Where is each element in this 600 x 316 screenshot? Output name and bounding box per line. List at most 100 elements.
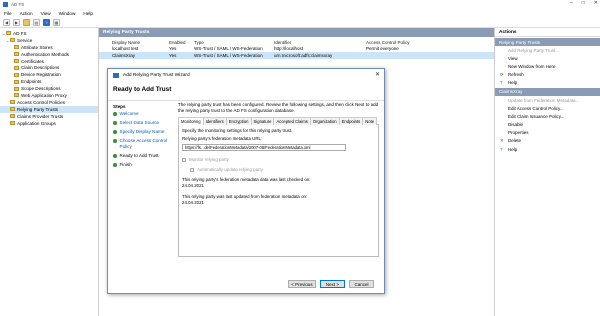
tab-signature[interactable]: Signature [250, 117, 275, 125]
previous-button[interactable]: < Previous [288, 280, 316, 288]
action-properties[interactable]: Properties [495, 129, 600, 137]
actions-section-relying-party-trusts[interactable]: Relying Party Trusts [495, 38, 600, 46]
tree-item-claim-descriptions[interactable]: Claim Descriptions [0, 64, 98, 71]
action-delete[interactable]: ✕ Delete [495, 137, 600, 145]
maximize-button[interactable]: □ [582, 0, 585, 6]
step-welcome[interactable]: Welcome [108, 111, 175, 117]
action-edit-claim-issuance-policy[interactable]: Edit Claim Issuance Policy... [495, 112, 600, 120]
close-icon[interactable]: ✕ [375, 71, 380, 78]
tab-accepted-claims[interactable]: Accepted Claims [273, 117, 311, 125]
help-icon: ? [500, 146, 503, 152]
column-type[interactable]: Type [194, 40, 274, 45]
tree-item-service[interactable]: ⌄ Service [0, 37, 98, 44]
table-row[interactable]: ClaimsXray Yes WS-Trust / SAML / WS-Fede… [99, 52, 494, 59]
action-label: Help [508, 146, 518, 152]
auto-update-checkbox[interactable]: Automatically update relying party [182, 167, 375, 172]
last-updated-label: This relying party was last updated from… [182, 194, 308, 199]
delete-icon: ✕ [500, 137, 504, 143]
menu-file[interactable]: File [4, 11, 12, 16]
tree-item-scope-descriptions[interactable]: Scope Descriptions [0, 85, 98, 92]
tree-item-endpoints[interactable]: Endpoints [0, 78, 98, 85]
tree-item-ad-fs[interactable]: ⌄ AD FS [0, 30, 98, 37]
tree-item-access-control-policies[interactable]: Access Control Policies [0, 99, 98, 106]
tree-item-attribute-stores[interactable]: Attribute Stores [0, 44, 98, 51]
app-icon [3, 2, 8, 7]
monitoring-description: Specify the monitoring settings for this… [182, 128, 293, 133]
table-row[interactable]: localhost test Yes WS-Trust / SAML / WS-… [99, 46, 494, 53]
cancel-button[interactable]: Cancel [349, 280, 374, 288]
step-finish[interactable]: Finish [108, 162, 175, 168]
folder-icon [14, 86, 19, 91]
help-icon: ? [500, 80, 503, 86]
minimize-button[interactable]: – [570, 0, 573, 6]
dialog-titlebar: Add Relying Party Trust Wizard [108, 69, 384, 81]
console-tree: ⌄ AD FS ⌄ Service Attribute Stores Authe… [0, 28, 99, 316]
folder-icon [10, 114, 15, 119]
menu-view[interactable]: View [41, 11, 51, 16]
step-label: Specify Display Name [119, 129, 165, 134]
action-view[interactable]: View [495, 54, 600, 62]
wizard-buttons: < Previous Next > Cancel [288, 280, 374, 288]
step-complete-icon [113, 112, 117, 116]
metadata-url-label: Relying party's federation metadata URL: [182, 136, 263, 141]
add-relying-party-trust-wizard: Add Relying Party Trust Wizard ✕ Ready t… [107, 68, 385, 294]
show-hide-tree-icon[interactable]: ▤ [33, 18, 40, 26]
forward-icon[interactable]: ▶ [13, 18, 20, 26]
tree-item-application-groups[interactable]: Application Groups [0, 120, 98, 127]
tree-item-relying-party-trusts[interactable]: Relying Party Trusts [0, 105, 98, 113]
metadata-url-field[interactable]: https://fs. .de/FederationMetadata/2007-… [182, 144, 346, 151]
tree-item-label: Endpoints [21, 79, 42, 85]
action-update-from-federation-metadata[interactable]: Update from Federation Metadata... [495, 96, 600, 104]
next-button[interactable]: Next > [320, 280, 345, 288]
up-folder-icon[interactable] [23, 18, 30, 26]
tree-item-authentication-methods[interactable]: Authentication Methods [0, 51, 98, 58]
tree-item-web-application-proxy[interactable]: Web Application Proxy [0, 92, 98, 99]
tab-encryption[interactable]: Encryption [225, 117, 252, 125]
action-disable[interactable]: Disable [495, 121, 600, 129]
tree-item-device-registration[interactable]: Device Registration [0, 71, 98, 78]
tree-item-label: Attribute Stores [21, 44, 53, 50]
close-window-button[interactable]: ✕ [594, 0, 598, 6]
action-label: Edit Claim Issuance Policy... [508, 113, 565, 119]
menu-help[interactable]: Help [83, 11, 93, 16]
tree-item-claims-provider-trusts[interactable]: Claims Provider Trusts [0, 113, 98, 120]
step-choose-access-control-policy[interactable]: Choose Access Control Policy [108, 138, 175, 150]
refresh-icon: ⟳ [500, 71, 504, 77]
column-enabled[interactable]: Enabled [169, 40, 194, 45]
monitor-relying-party-checkbox[interactable]: Monitor relying party [182, 157, 375, 162]
action-new-window[interactable]: New Window from Here [495, 62, 600, 70]
folder-icon [14, 45, 19, 50]
step-specify-display-name[interactable]: Specify Display Name [108, 129, 175, 135]
tab-identifiers[interactable]: Identifiers [202, 117, 227, 125]
tree-item-label: Web Application Proxy [21, 92, 67, 98]
menu-action[interactable]: Action [20, 11, 33, 16]
tab-organization[interactable]: Organization [309, 117, 340, 125]
column-access-control-policy[interactable]: Access Control Policy [366, 40, 466, 45]
column-display-name[interactable]: Display Name [99, 40, 169, 45]
action-label: View [508, 55, 518, 61]
tree-item-label: AD FS [13, 30, 27, 36]
cell-display-name: localhost test [112, 46, 139, 52]
tree-item-certificates[interactable]: Certificates [0, 58, 98, 65]
action-refresh[interactable]: ⟳ Refresh [495, 71, 600, 79]
step-ready-to-add-trust[interactable]: Ready to Add Trust [108, 153, 175, 159]
menu-window[interactable]: Window [59, 11, 76, 16]
action-add-relying-party-trust[interactable]: Add Relying Party Trust... [495, 46, 600, 54]
help-icon[interactable]: ? [43, 18, 50, 26]
tab-note[interactable]: Note [362, 117, 378, 125]
action-help-claimsxray[interactable]: ? Help [495, 145, 600, 153]
step-select-data-source[interactable]: Select Data Source [108, 120, 175, 126]
column-identifier[interactable]: Identifier [274, 40, 366, 45]
action-help[interactable]: ? Help [495, 79, 600, 87]
step-label: Select Data Source [119, 120, 160, 125]
actions-section-claimsxray[interactable]: ClaimsXray [495, 87, 600, 96]
console-tree-icon[interactable]: ▦ [53, 18, 60, 26]
folder-icon [14, 72, 19, 77]
wizard-icon [113, 72, 119, 78]
tab-monitoring[interactable]: Monitoring [178, 117, 204, 125]
step-label: Welcome [119, 111, 139, 116]
back-icon[interactable]: ◀ [3, 18, 10, 26]
tab-endpoints[interactable]: Endpoints [338, 117, 364, 125]
action-label: Properties [508, 130, 529, 136]
action-edit-access-control-policy[interactable]: Edit Access Control Policy... [495, 104, 600, 112]
